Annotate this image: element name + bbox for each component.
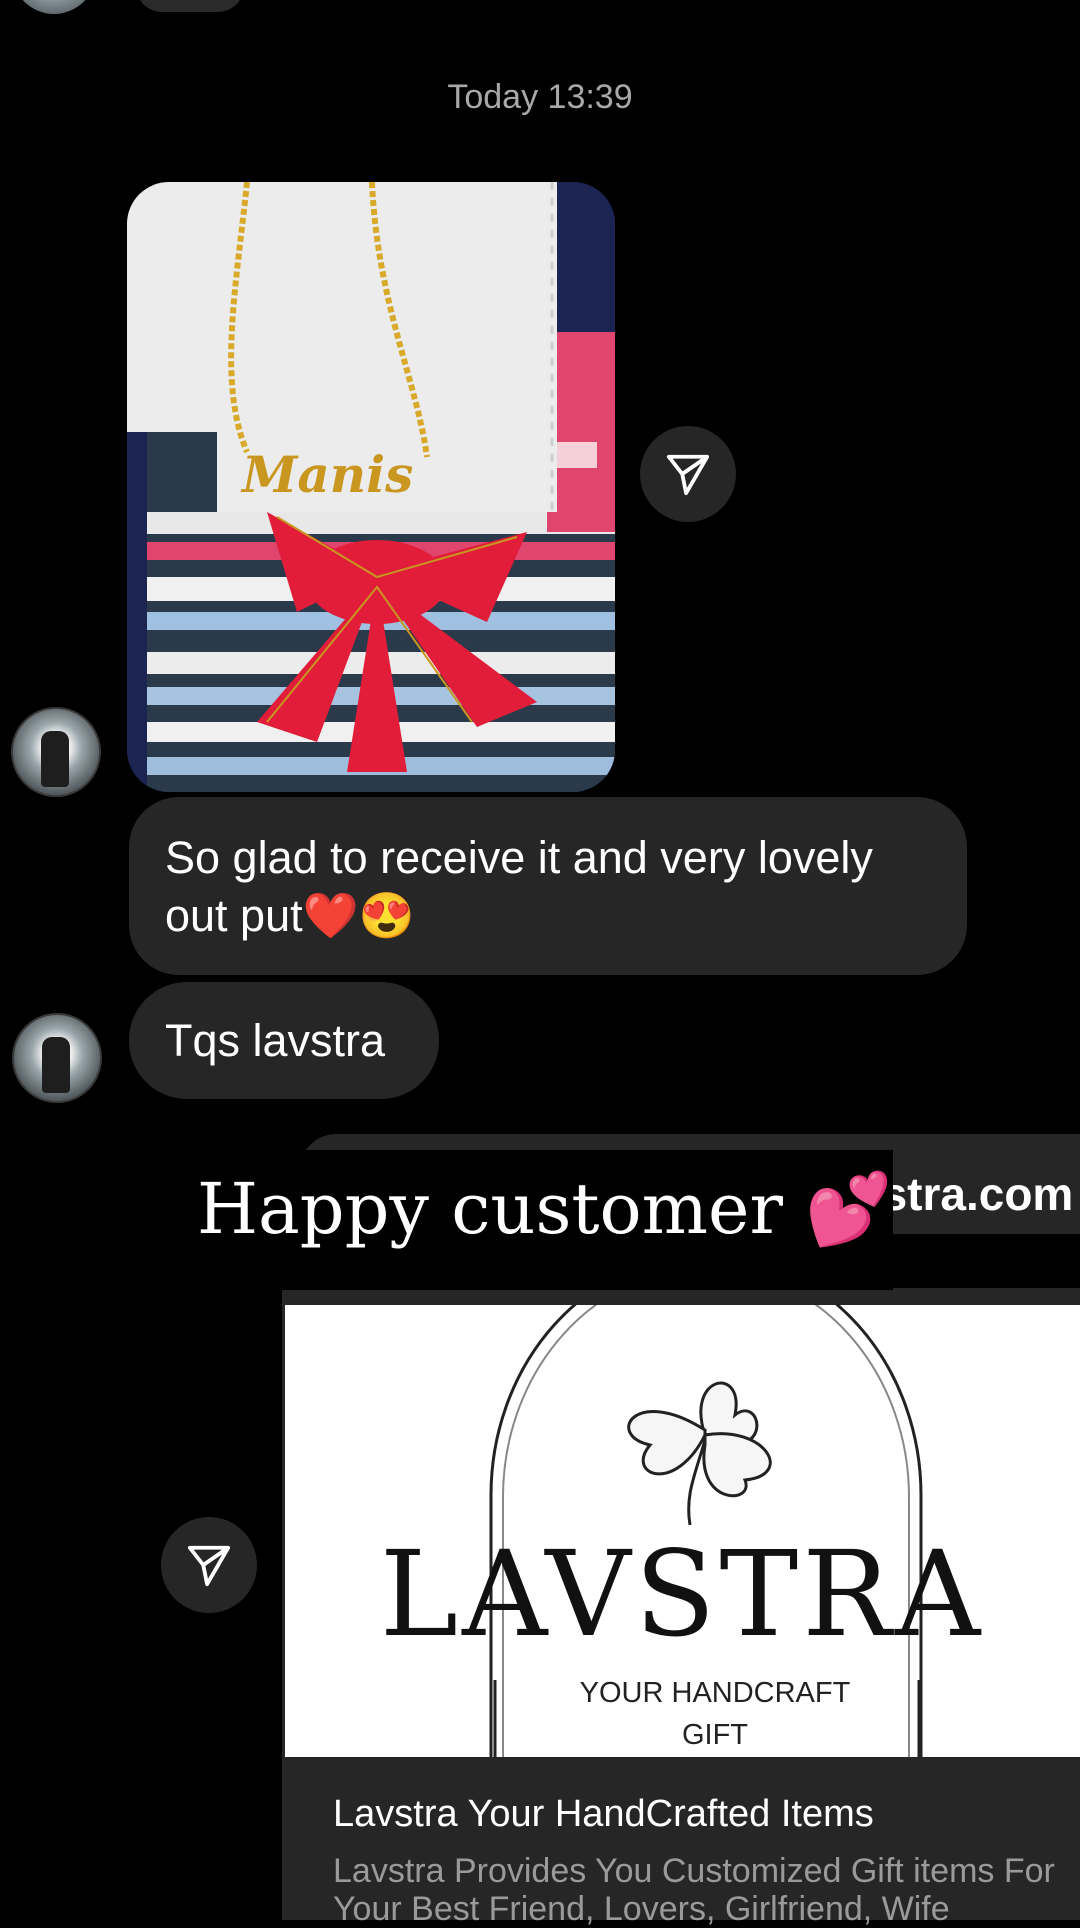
lavstra-logo: LAVSTRA YOUR HANDCRAFT GIFT [285, 1305, 1080, 1757]
necklace-photo: Manis [127, 182, 615, 792]
share-link-button[interactable] [161, 1517, 257, 1613]
caption-text: Happy customer 💕 [197, 1168, 893, 1250]
logo-tagline: YOUR HANDCRAFT [580, 1677, 851, 1709]
shared-link-title: Lavstra Your HandCrafted Items [333, 1793, 874, 1835]
message-bubble[interactable]: Tqs lavstra [129, 982, 439, 1099]
previous-message-bubble[interactable] [136, 0, 244, 12]
share-photo-button[interactable] [640, 426, 736, 522]
sender-avatar[interactable] [12, 1013, 102, 1103]
sender-avatar[interactable] [11, 707, 101, 797]
shared-link-description: Lavstra Provides You Customized Gift ite… [333, 1852, 1055, 1928]
message-text: Tqs lavstra [165, 1014, 386, 1066]
necklace-name: Manis [240, 445, 413, 504]
paper-plane-icon [666, 454, 710, 496]
message-text: So glad to receive it and very lovely ou… [165, 832, 873, 941]
sender-avatar[interactable] [12, 0, 96, 14]
thread-timestamp: Today 13:39 [447, 78, 633, 116]
shared-link-image[interactable]: LAVSTRA YOUR HANDCRAFT GIFT [285, 1305, 1080, 1757]
paper-plane-icon [187, 1545, 231, 1587]
logo-tagline: GIFT [682, 1719, 748, 1751]
message-bubble[interactable]: So glad to receive it and very lovely ou… [129, 797, 967, 975]
photo-message[interactable]: Manis [127, 182, 615, 792]
logo-brand: LAVSTRA [380, 1525, 985, 1663]
